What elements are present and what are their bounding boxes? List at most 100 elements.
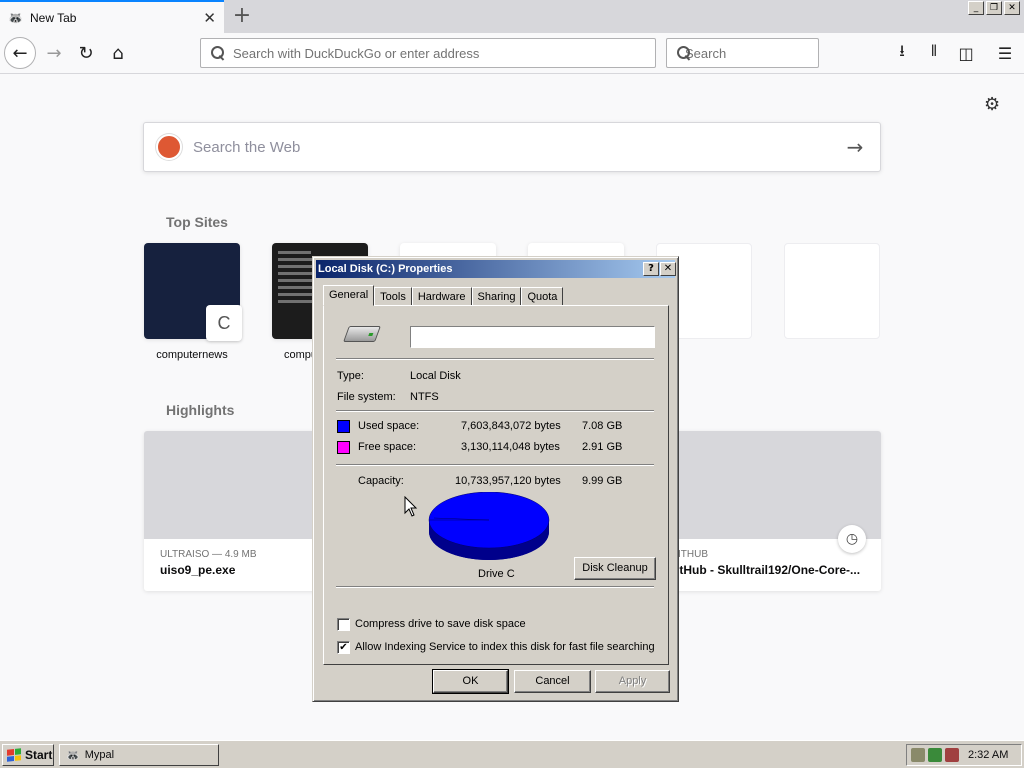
window-controls: _ ❐ ✕ xyxy=(968,1,1020,15)
home-icon: ⌂ xyxy=(112,42,124,64)
home-button[interactable]: ⌂ xyxy=(102,37,134,69)
volume-label-field[interactable] xyxy=(410,326,655,348)
compress-label: Compress drive to save disk space xyxy=(355,618,526,630)
menu-button[interactable]: ☰ xyxy=(993,41,1017,65)
top-sites-heading: Top Sites xyxy=(166,214,228,230)
forward-button[interactable]: → xyxy=(38,37,70,69)
volume-label-input[interactable] xyxy=(411,327,654,347)
arrow-right-icon: → xyxy=(46,42,62,64)
mouse-cursor-icon xyxy=(404,496,418,517)
reload-icon: ↻ xyxy=(78,42,94,64)
top-site-tile-empty[interactable] xyxy=(784,243,880,339)
tab-tools[interactable]: Tools xyxy=(374,287,412,306)
start-button[interactable]: Start xyxy=(2,744,54,766)
minimize-button[interactable]: _ xyxy=(968,1,984,15)
safely-remove-icon[interactable] xyxy=(945,748,959,762)
dialog-title-bar[interactable]: Local Disk (C:) Properties ? ✕ xyxy=(316,260,676,278)
free-space-label: Free space: xyxy=(358,441,417,453)
file-system-label: File system: xyxy=(337,391,396,403)
tab-hardware[interactable]: Hardware xyxy=(411,287,472,306)
file-system-value: NTFS xyxy=(410,391,439,403)
used-space-bytes: 7,603,843,072 bytes xyxy=(461,420,561,432)
highlights-heading: Highlights xyxy=(166,402,235,418)
type-label: Type: xyxy=(337,370,364,382)
mypal-favicon-icon: 🦝 xyxy=(8,10,23,25)
taskbar: Start 🦝 Mypal 2:32 AM xyxy=(0,740,1024,768)
system-tray: 2:32 AM xyxy=(906,744,1022,766)
dialog-tabs: General Tools Hardware Sharing Quota xyxy=(323,285,564,306)
network-icon[interactable] xyxy=(928,748,942,762)
tab-close-icon[interactable]: ✕ xyxy=(203,9,216,27)
library-icon: 𝍪 xyxy=(931,40,937,60)
tile-letter-icon: C xyxy=(206,305,242,341)
hard-drive-icon xyxy=(343,326,381,342)
sidebar-button[interactable]: ◫ xyxy=(954,41,978,65)
arrow-right-icon[interactable]: → xyxy=(830,135,880,159)
ok-button[interactable]: OK xyxy=(432,669,509,694)
checkmark-icon: ✔ xyxy=(339,642,348,653)
search-input[interactable] xyxy=(685,45,861,61)
library-button[interactable]: 𝍪 xyxy=(922,41,946,65)
capacity-label: Capacity: xyxy=(358,475,404,487)
free-space-gb: 2.91 GB xyxy=(582,441,623,453)
dialog-close-button[interactable]: ✕ xyxy=(660,262,676,276)
used-space-swatch xyxy=(337,420,350,433)
duckduckgo-logo-icon xyxy=(156,134,182,160)
compress-checkbox[interactable] xyxy=(337,618,350,631)
separator xyxy=(336,358,654,360)
tab-general[interactable]: General xyxy=(323,285,375,306)
tab-new-tab[interactable]: 🦝 New Tab ✕ xyxy=(0,0,224,33)
download-icon: ⭳ xyxy=(899,40,905,60)
sidebar-icon: ◫ xyxy=(958,43,974,63)
web-search-input[interactable] xyxy=(193,138,830,156)
reload-button[interactable]: ↻ xyxy=(70,37,102,69)
tab-sharing[interactable]: Sharing xyxy=(471,287,522,306)
cancel-button[interactable]: Cancel xyxy=(514,670,591,693)
web-search-box[interactable]: → xyxy=(143,122,881,172)
mypal-app-icon: 🦝 xyxy=(66,749,80,762)
tab-strip: 🦝 New Tab ✕ + xyxy=(0,0,1024,33)
free-space-bytes: 3,130,114,048 bytes xyxy=(461,441,560,453)
capacity-bytes: 10,733,957,120 bytes xyxy=(455,475,561,487)
arrow-left-icon: ← xyxy=(12,42,28,64)
separator xyxy=(336,464,654,466)
url-bar[interactable] xyxy=(200,38,656,68)
tab-title: New Tab xyxy=(30,10,77,25)
top-site-label: computernews xyxy=(156,349,228,361)
back-button[interactable]: ← xyxy=(4,37,36,69)
dialog-title: Local Disk (C:) Properties xyxy=(318,263,453,275)
general-tab-panel: Type: Local Disk File system: NTFS Used … xyxy=(323,305,669,665)
taskbar-item-mypal[interactable]: 🦝 Mypal xyxy=(59,744,219,766)
free-space-swatch xyxy=(337,441,350,454)
type-value: Local Disk xyxy=(410,370,461,382)
top-site-tile[interactable]: C xyxy=(144,243,242,341)
tab-quota[interactable]: Quota xyxy=(521,287,564,306)
search-icon xyxy=(211,46,225,60)
capacity-gb: 9.99 GB xyxy=(582,475,623,487)
restore-button[interactable]: ❐ xyxy=(986,1,1002,15)
disk-properties-dialog: Local Disk (C:) Properties ? ✕ General T… xyxy=(312,256,679,702)
highlight-card[interactable]: ITHUB itHub - Skulltrail192/One-Core-... xyxy=(656,431,881,591)
new-tab-button[interactable]: + xyxy=(228,2,256,30)
search-bar[interactable] xyxy=(666,38,861,68)
downloads-button[interactable]: ⭳ xyxy=(890,41,914,65)
indexing-checkbox[interactable]: ✔ xyxy=(337,641,350,654)
used-space-gb: 7.08 GB xyxy=(582,420,623,432)
windows-logo-icon xyxy=(7,748,21,762)
indexing-label: Allow Indexing Service to index this dis… xyxy=(355,641,655,653)
navigation-toolbar: ← → ↻ ⌂ ⭳ 𝍪 ◫ ☰ xyxy=(0,33,1024,74)
used-space-label: Used space: xyxy=(358,420,420,432)
hamburger-menu-icon: ☰ xyxy=(997,43,1013,63)
window-close-button[interactable]: ✕ xyxy=(1004,1,1020,15)
taskbar-item-label: Mypal xyxy=(84,749,115,761)
highlight-title: itHub - Skulltrail192/One-Core-... xyxy=(676,563,861,577)
gear-icon[interactable]: ⚙ xyxy=(984,94,1000,115)
separator xyxy=(336,586,654,588)
tray-app-icon[interactable] xyxy=(911,748,925,762)
help-button[interactable]: ? xyxy=(643,262,659,276)
clock-icon: ◷ xyxy=(838,525,866,553)
apply-button[interactable]: Apply xyxy=(595,670,670,693)
disk-cleanup-button[interactable]: Disk Cleanup xyxy=(574,557,656,580)
drive-label: Drive C xyxy=(478,568,515,580)
url-input[interactable] xyxy=(233,45,655,61)
